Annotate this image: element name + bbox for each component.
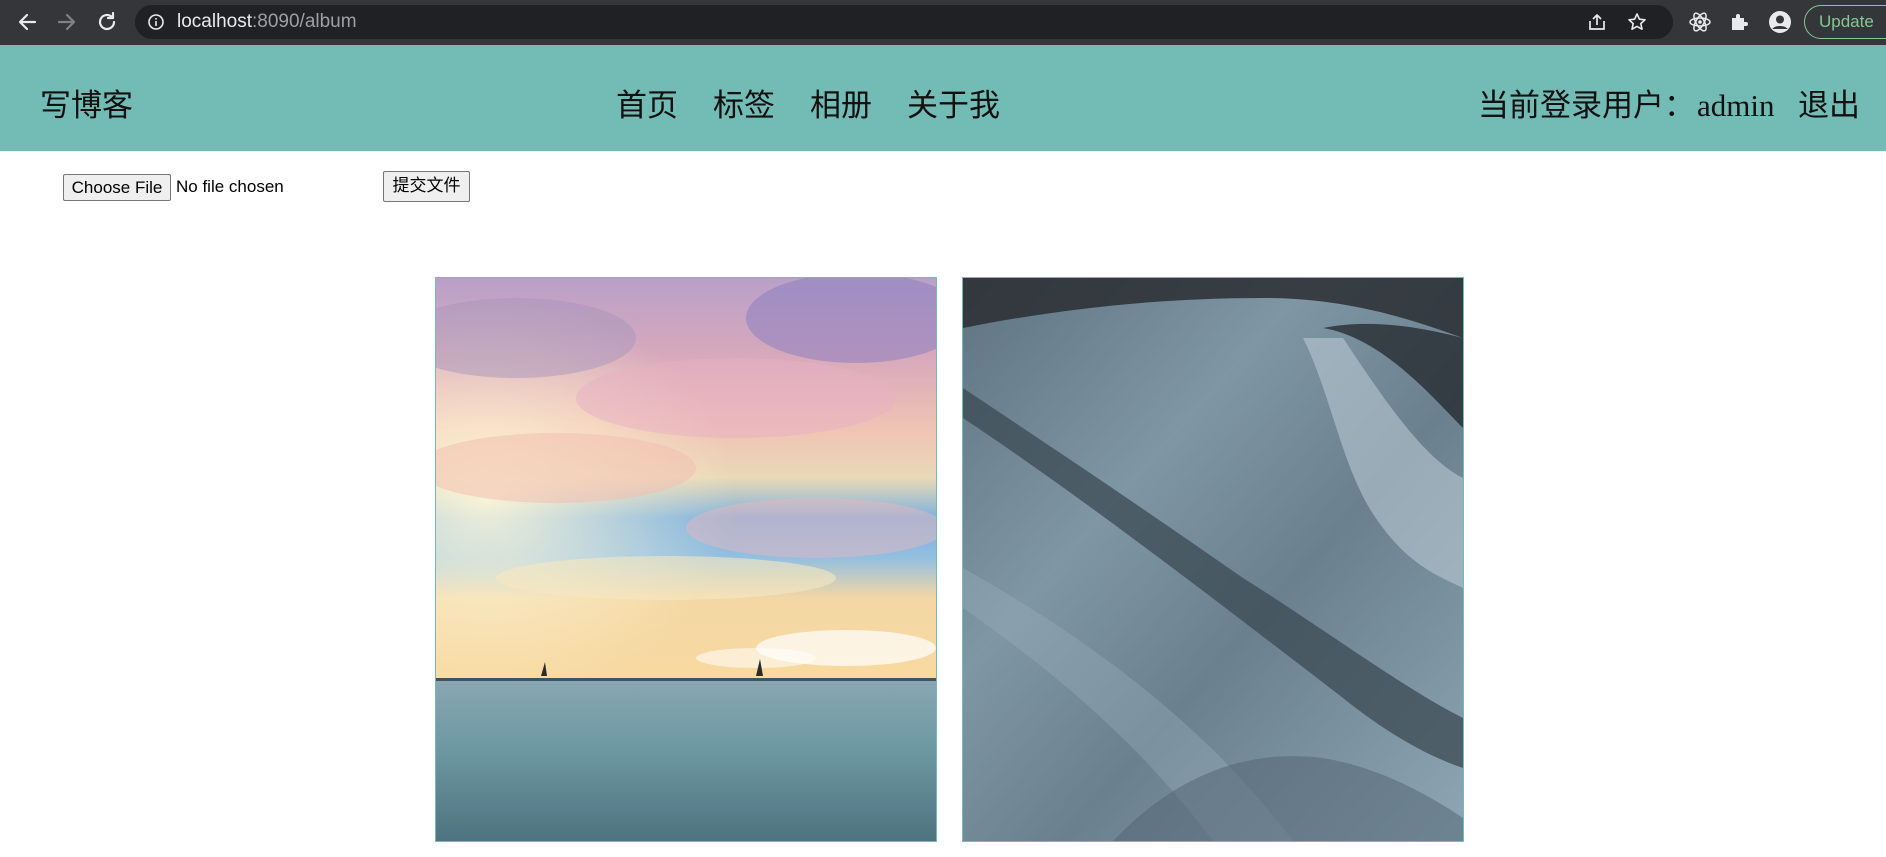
browser-toolbar: localhost:8090/album Update [0, 0, 1886, 45]
submit-file-button[interactable]: 提交文件 [383, 171, 470, 202]
nav-home[interactable]: 首页 [616, 80, 678, 125]
back-icon[interactable] [14, 9, 40, 35]
url-host: localhost [177, 11, 252, 32]
current-user: 当前登录用户：admin [1478, 80, 1775, 125]
bookmark-star-icon[interactable] [1627, 12, 1647, 37]
grey-fabric-photo[interactable] [962, 277, 1464, 842]
main-nav: 首页 标签 相册 关于我 [616, 80, 1035, 125]
url-text: localhost:8090/album [177, 5, 357, 39]
address-bar[interactable]: localhost:8090/album [135, 5, 1673, 39]
profile-avatar-icon[interactable] [1768, 10, 1792, 34]
url-path: :8090/album [252, 11, 357, 32]
site-header: 写博客 首页 标签 相册 关于我 当前登录用户：admin 退出 [0, 45, 1886, 151]
sunset-sea-photo[interactable] [435, 277, 937, 842]
nav-album[interactable]: 相册 [810, 80, 872, 125]
reload-icon[interactable] [94, 9, 120, 35]
nav-tags[interactable]: 标签 [713, 80, 775, 125]
extensions-puzzle-icon[interactable] [1728, 10, 1752, 34]
current-user-label: 当前登录用户： [1478, 88, 1695, 124]
react-devtools-icon[interactable] [1688, 10, 1712, 34]
username: admin [1697, 88, 1775, 123]
choose-file-button[interactable]: Choose File [63, 174, 171, 201]
update-button[interactable]: Update [1804, 5, 1886, 39]
share-icon[interactable] [1587, 13, 1607, 36]
file-status-text: No file chosen [176, 177, 284, 196]
logout-link[interactable]: 退出 [1798, 80, 1860, 125]
site-logo[interactable]: 写博客 [40, 80, 133, 125]
nav-about[interactable]: 关于我 [907, 80, 1000, 125]
site-info-icon[interactable] [147, 13, 165, 31]
forward-icon[interactable] [54, 9, 80, 35]
